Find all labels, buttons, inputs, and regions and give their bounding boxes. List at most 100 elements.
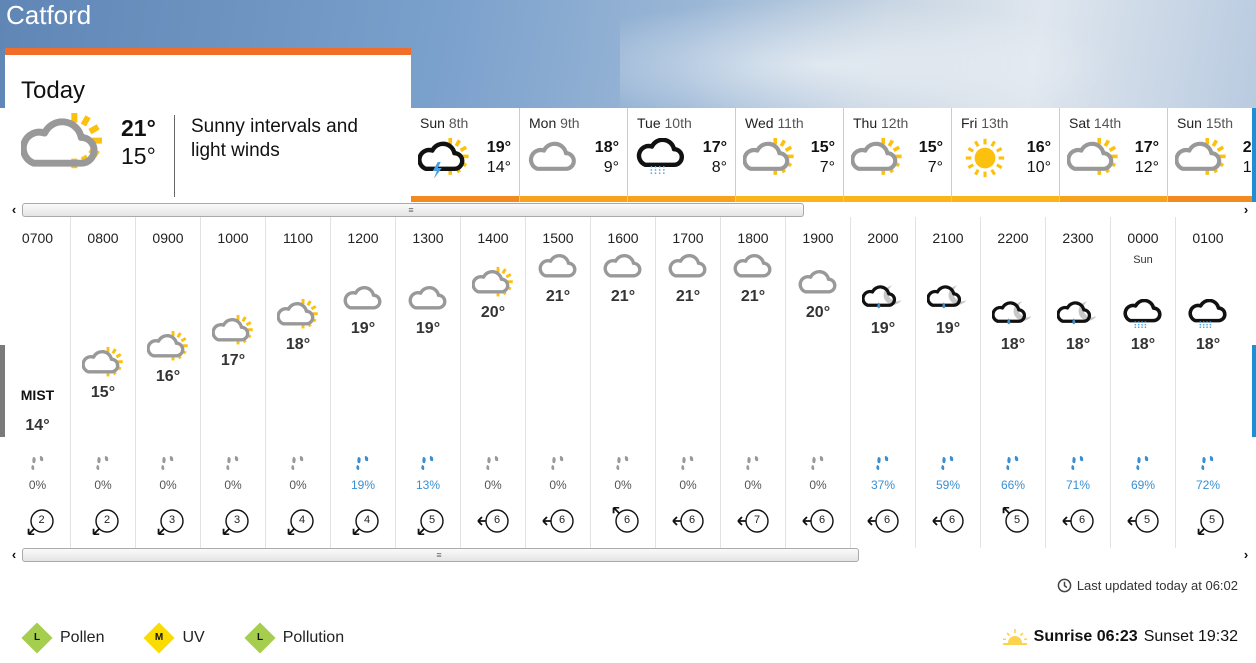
hourly-scroll-right-edge[interactable] — [1252, 345, 1256, 437]
wind-indicator: 4 — [345, 507, 381, 540]
hour-column[interactable]: 1000 17° 0% 3 — [200, 217, 265, 548]
day-forecast[interactable]: Sun 15th 20° 13° — [1167, 108, 1256, 202]
sunny-intervals-icon — [81, 347, 124, 384]
rain-chance: 0% — [289, 478, 307, 492]
index-uv[interactable]: M UV — [143, 622, 205, 654]
level-letter: L — [33, 632, 41, 643]
day-forecast[interactable]: Thu 12th 15° 7° — [843, 108, 951, 202]
wind-speed: 6 — [1078, 514, 1086, 526]
wind-speed: 6 — [688, 514, 696, 526]
rain-chance: 0% — [679, 478, 697, 492]
sunny-intervals-icon — [1174, 138, 1227, 183]
index-label: UV — [182, 629, 205, 646]
index-pollen[interactable]: L Pollen — [21, 622, 104, 654]
raindrops-icon — [679, 455, 697, 476]
hour-column[interactable]: 1300 19° 13% 5 — [395, 217, 460, 548]
day-label: Wed — [745, 115, 774, 131]
day-label: Sun — [1177, 115, 1202, 131]
hour-column[interactable]: 2000 19° 37% 6 — [850, 217, 915, 548]
raindrops-icon — [1199, 455, 1217, 476]
rain-chance: 0% — [159, 478, 177, 492]
grip-icon: ≡ — [436, 550, 442, 560]
daily-scrollbar[interactable]: ‹ ≡ › — [5, 202, 1256, 218]
index-pollution[interactable]: L Pollution — [244, 622, 344, 654]
hour-temp: 18° — [1195, 336, 1221, 353]
scroll-left-arrow-icon[interactable]: ‹ — [7, 547, 21, 563]
wind-indicator: 3 — [215, 507, 251, 540]
hour-time: 1900 — [802, 230, 834, 246]
hour-column[interactable]: 0100 18° 72% 5 — [1175, 217, 1240, 548]
day-low-temp: 9° — [603, 159, 619, 176]
light-rain-icon — [635, 137, 687, 183]
day-label: Sat — [1069, 115, 1091, 131]
scrollbar-thumb[interactable]: ≡ — [22, 203, 804, 217]
location-title: Catford — [6, 0, 92, 30]
rain-chance: 13% — [415, 478, 441, 492]
hour-temp: 19° — [415, 320, 441, 337]
raindrops-icon — [159, 455, 177, 476]
scroll-left-arrow-icon[interactable]: ‹ — [7, 202, 21, 218]
wind-indicator: 5 — [1190, 507, 1226, 540]
hour-column[interactable]: 1800 21° 0% 7 — [720, 217, 785, 548]
wind-speed: 4 — [298, 514, 306, 526]
day-forecast[interactable]: Sun 8th 19° 14° — [411, 108, 519, 202]
scroll-right-arrow-icon[interactable]: › — [1239, 547, 1253, 563]
hour-column[interactable]: 1200 19° 19% 4 — [330, 217, 395, 548]
day-forecast[interactable]: Sat 14th 17° 12° — [1059, 108, 1167, 202]
hour-column[interactable]: 1100 18° 0% 4 — [265, 217, 330, 548]
hour-column[interactable]: 0000 Sun 18° 69% 5 — [1110, 217, 1175, 548]
hourly-scrollbar[interactable]: ‹ ≡ › — [5, 547, 1256, 563]
day-name: Thu 12th — [853, 115, 908, 131]
wind-indicator: 6 — [930, 507, 966, 540]
hour-column[interactable]: 1900 20° 0% 6 — [785, 217, 850, 548]
hour-column[interactable]: 0700 MIST 14° 0% 2 — [5, 217, 70, 548]
day-forecast[interactable]: Fri 13th 16° 10° — [951, 108, 1059, 202]
today-panel[interactable]: Today 21° 15° Sunny intervals and light … — [5, 48, 411, 203]
raindrops-icon — [614, 455, 632, 476]
day-low-temp: 7° — [927, 159, 943, 176]
wind-speed: 5 — [1208, 514, 1216, 526]
wind-indicator: 7 — [735, 507, 771, 540]
hour-column[interactable]: 1700 21° 0% 6 — [655, 217, 720, 548]
hour-column[interactable]: 0800 15° 0% 2 — [70, 217, 135, 548]
day-high-temp: 18° — [594, 139, 619, 156]
day-high-temp: 15° — [918, 139, 943, 156]
scrollbar-thumb[interactable]: ≡ — [22, 548, 859, 562]
rain-chance: 0% — [28, 478, 47, 492]
wind-indicator: 6 — [670, 507, 706, 540]
hour-temp: 18° — [1000, 336, 1026, 353]
hour-column[interactable]: 1600 21° 0% 6 — [590, 217, 655, 548]
hour-column[interactable]: 0900 16° 0% 3 — [135, 217, 200, 548]
day-forecast[interactable]: Wed 11th 15° 7° — [735, 108, 843, 202]
scroll-right-arrow-icon[interactable]: › — [1239, 202, 1253, 218]
hour-temp: 15° — [90, 384, 116, 401]
cloud-icon — [667, 251, 709, 288]
rain-chance: 71% — [1065, 478, 1091, 492]
hour-column[interactable]: 2300 18° 71% 6 — [1045, 217, 1110, 548]
night-light-rain-icon — [991, 299, 1034, 336]
day-forecast[interactable]: Tue 10th 17° 8° — [627, 108, 735, 202]
hour-time: 1200 — [347, 230, 379, 246]
hour-time: 1400 — [477, 230, 509, 246]
wind-speed: 2 — [38, 514, 45, 526]
sunny-intervals-icon — [742, 138, 795, 183]
level-diamond-icon: L — [21, 622, 53, 654]
wind-speed: 6 — [558, 514, 566, 526]
sunny-intervals-icon — [471, 267, 514, 304]
hour-temp: 18° — [1065, 336, 1091, 353]
raindrops-icon — [354, 455, 372, 476]
hour-column[interactable]: 1400 20° 0% 6 — [460, 217, 525, 548]
raindrops-icon — [1069, 455, 1087, 476]
raindrops-icon — [224, 455, 242, 476]
hour-temp: 18° — [1130, 336, 1156, 353]
wind-indicator: 5 — [995, 506, 1031, 540]
hour-column[interactable]: 1500 21° 0% 6 — [525, 217, 590, 548]
hour-column[interactable]: 2100 19° 59% 6 — [915, 217, 980, 548]
day-forecast[interactable]: Mon 9th 18° 9° — [519, 108, 627, 202]
thundery-showers-sun-icon — [417, 138, 470, 183]
sunny-intervals-icon — [211, 315, 254, 352]
hour-column[interactable]: 2200 18° 66% 5 — [980, 217, 1045, 548]
raindrops-icon — [289, 455, 307, 476]
day-date: 9th — [560, 115, 580, 131]
hour-temp: 19° — [350, 320, 376, 337]
